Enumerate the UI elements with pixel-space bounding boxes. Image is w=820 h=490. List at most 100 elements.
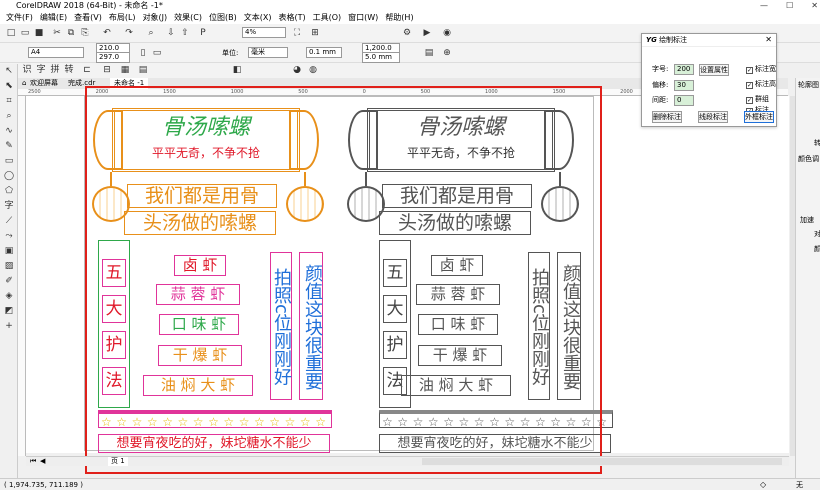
dialog-close-icon[interactable]: ✕ <box>765 35 772 44</box>
checkbox-height[interactable]: ✓ 标注高 <box>746 79 776 89</box>
cut-icon[interactable]: ✂ <box>50 26 64 40</box>
current-page-icon[interactable]: ▤ <box>422 46 436 60</box>
zoom-input[interactable]: 4% <box>242 27 286 38</box>
align-left-icon[interactable]: ⊏ <box>80 63 94 77</box>
add-page-icon[interactable]: ⊕ <box>440 46 454 60</box>
checkbox-width[interactable]: ✓ 标注宽 <box>746 64 776 74</box>
menu-bitmap[interactable]: 位图(B) <box>209 12 237 24</box>
page-size-select[interactable]: A4 <box>28 47 84 58</box>
pick-tool-icon[interactable]: ↖ <box>0 64 18 79</box>
duplicate-y-input[interactable]: 5.0 mm <box>362 52 400 63</box>
vertical-scrollbar[interactable] <box>790 96 795 456</box>
unit-select[interactable]: 毫米 <box>248 47 288 58</box>
options-icon[interactable]: ⚙ <box>400 26 414 40</box>
portrait-icon[interactable]: ▯ <box>136 46 150 60</box>
text-tool-icon[interactable]: 字 <box>0 199 18 214</box>
artistic-media-icon[interactable]: ✎ <box>0 139 18 154</box>
menu-item-4[interactable]: 干 爆 虾 <box>158 345 242 366</box>
redo-icon[interactable]: ↷ <box>122 26 136 40</box>
spacing-input[interactable]: 0 <box>674 95 694 106</box>
page-nav-first-icon[interactable]: ⏮ <box>30 457 36 466</box>
home-icon[interactable]: ⌂ <box>22 78 26 89</box>
plugin-icon[interactable]: ◉ <box>440 26 454 40</box>
menu-item-3-outline[interactable]: 口 味 虾 <box>418 314 498 335</box>
segment-callout-button[interactable]: 线段标注 <box>698 111 728 123</box>
undo-icon[interactable]: ↶ <box>100 26 114 40</box>
macro-icon[interactable]: ▶ <box>420 26 434 40</box>
offset-input[interactable]: 30 <box>674 80 694 91</box>
menu-item-3[interactable]: 口 味 虾 <box>159 314 239 335</box>
copy-icon[interactable]: ⧉ <box>64 26 78 40</box>
publish-pdf-icon[interactable]: P <box>196 26 210 40</box>
export-icon[interactable]: ⇧ <box>178 26 192 40</box>
page-height-input[interactable]: 297.0 mm <box>96 52 130 70</box>
search-content-icon[interactable]: ⌕ <box>144 26 158 40</box>
menu-item-1-outline[interactable]: 卤 虾 <box>431 255 483 276</box>
menu-edit[interactable]: 编辑(E) <box>40 12 67 24</box>
docker-item-1[interactable]: 转 <box>814 138 820 148</box>
menu-item-1[interactable]: 卤 虾 <box>174 255 226 276</box>
minimize-icon[interactable]: — <box>760 1 768 10</box>
transparency-icon[interactable]: ▨ <box>0 259 18 274</box>
landscape-icon[interactable]: ▭ <box>150 46 164 60</box>
horizontal-scrollbar[interactable] <box>422 458 782 465</box>
eyedropper-icon[interactable]: ✐ <box>0 274 18 289</box>
save-icon[interactable]: ■ <box>32 26 46 40</box>
tab-untitled[interactable]: 未命名 -1 <box>110 78 149 89</box>
menu-layout[interactable]: 布局(L) <box>109 12 136 24</box>
menu-object[interactable]: 对象(J) <box>143 12 168 24</box>
menu-item-5[interactable]: 油 焖 大 虾 <box>143 375 253 396</box>
interactive-fill-icon[interactable]: ◈ <box>0 289 18 304</box>
callout-dialog[interactable]: YG 绘制标注 ✕ 字号: 200 偏移: 30 间距: 0 设置属性 ✓ 标注宽… <box>641 33 777 127</box>
snap-icon[interactable]: ⊞ <box>308 26 322 40</box>
vertical-text-1-outline[interactable]: 拍照c位刚刚好 <box>528 252 550 400</box>
outer-callout-button[interactable]: 外框标注 <box>744 111 774 123</box>
font-size-input[interactable]: 200 <box>674 64 694 75</box>
add-tool-icon[interactable]: + <box>0 319 18 334</box>
plugin-tool-4-icon[interactable]: 转 <box>62 63 76 77</box>
tab-welcome[interactable]: 欢迎屏幕 <box>30 78 58 89</box>
align-center-icon[interactable]: ⊟ <box>100 63 114 77</box>
parallel-dim-icon[interactable]: ⟋ <box>0 214 18 229</box>
checkbox-group[interactable]: ✓ 群组 <box>746 94 769 104</box>
fill-icon[interactable]: ◍ <box>306 63 320 77</box>
drawing-canvas[interactable]: 骨汤嗦螺 平平无奇，不争不抢 我们都是用骨 头汤做的嗦螺 五 大 护 法 卤 虾… <box>26 96 789 453</box>
ellipse-tool-icon[interactable]: ◯ <box>0 169 18 184</box>
close-icon[interactable]: ✕ <box>811 1 818 10</box>
docker-item-3[interactable]: 加速 <box>800 215 814 225</box>
plugin-tool-3-icon[interactable]: 拼 <box>48 63 62 77</box>
menu-effects[interactable]: 效果(C) <box>174 12 202 24</box>
palette-icon[interactable]: ◕ <box>290 63 304 77</box>
layers-icon[interactable]: ▤ <box>136 63 150 77</box>
vertical-text-2-outline[interactable]: 颜值这块很重要 <box>557 252 581 400</box>
window-controls[interactable]: — ☐ ✕ <box>760 1 818 10</box>
rectangle-tool-icon[interactable]: ▭ <box>0 154 18 169</box>
docker-item-2[interactable]: 颜色调 <box>798 154 819 164</box>
connector-tool-icon[interactable]: ⤳ <box>0 229 18 244</box>
menu-window[interactable]: 窗口(W) <box>348 12 378 24</box>
menu-text[interactable]: 文本(X) <box>244 12 272 24</box>
delete-callout-button[interactable]: 删除标注 <box>652 111 682 123</box>
menu-item-4-outline[interactable]: 干 爆 虾 <box>418 345 502 366</box>
set-properties-button[interactable]: 设置属性 <box>699 64 729 76</box>
vertical-ruler[interactable] <box>18 96 26 456</box>
maximize-icon[interactable]: ☐ <box>786 1 793 10</box>
freehand-tool-icon[interactable]: ∿ <box>0 124 18 139</box>
open-icon[interactable]: ▭ <box>18 26 32 40</box>
drop-shadow-icon[interactable]: ▣ <box>0 244 18 259</box>
page-nav-prev-icon[interactable]: ◀ <box>40 457 45 466</box>
page-tab[interactable]: 页 1 <box>108 457 128 466</box>
polygon-tool-icon[interactable]: ⬠ <box>0 184 18 199</box>
menu-table[interactable]: 表格(T) <box>278 12 305 24</box>
nudge-input[interactable]: 0.1 mm <box>306 47 342 58</box>
menu-item-2-outline[interactable]: 蒜 蓉 虾 <box>416 284 500 305</box>
menu-view[interactable]: 查看(V) <box>74 12 102 24</box>
paste-icon[interactable]: ⎘ <box>78 26 92 40</box>
plugin-tool-2-icon[interactable]: 字 <box>34 63 48 77</box>
import-icon[interactable]: ⇩ <box>164 26 178 40</box>
menu-file[interactable]: 文件(F) <box>6 12 33 24</box>
slogan-line-2[interactable]: 头汤做的嗦螺 <box>124 211 276 235</box>
plugin-tool-1-icon[interactable]: 识 <box>20 63 34 77</box>
menu-item-2[interactable]: 蒜 蓉 虾 <box>156 284 240 305</box>
dialog-titlebar[interactable]: YG 绘制标注 <box>642 34 776 47</box>
